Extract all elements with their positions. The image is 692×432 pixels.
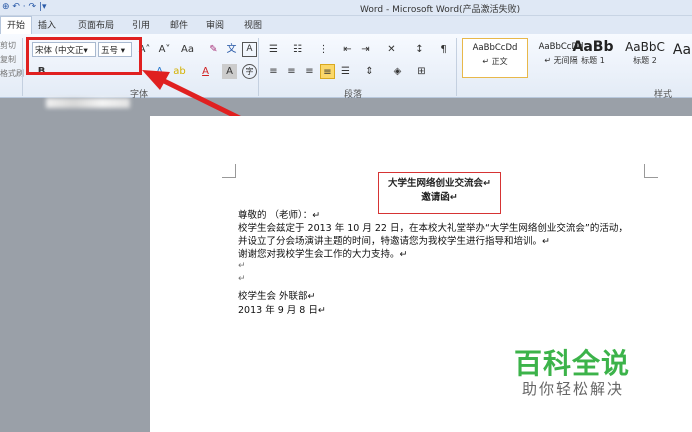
margin-mark [644,164,658,178]
body-line[interactable]: 2013 年 9 月 8 日↵ [238,302,326,316]
body-line[interactable]: 校学生会兹定于 2013 年 10 月 22 日，在本校大礼堂举办“大学生网络创… [238,220,628,234]
document-title-box[interactable]: 大学生网络创业交流会↵ 邀请函↵ [378,172,501,214]
margin-mark [222,164,236,178]
body-line[interactable]: 并设立了分会场演讲主题的时间，特邀请您为我校学生进行指导和培训。↵ [238,233,550,247]
body-line[interactable]: 谢谢您对我校学生会工作的大力支持。↵ [238,246,407,260]
paragraph-mark: ↵ [238,274,246,284]
paragraph-mark: ↵ [238,261,246,271]
body-line[interactable]: 尊敬的 （老师）：↵ [238,207,320,221]
body-line[interactable]: 校学生会 外联部↵ [238,288,315,302]
watermark-slogan: 助你轻松解决 [522,380,625,398]
document-title-line-2: 邀请函↵ [421,192,458,203]
watermark-brand: 百科全说 [514,347,631,380]
document-title-line-1: 大学生网络创业交流会↵ [388,178,491,189]
